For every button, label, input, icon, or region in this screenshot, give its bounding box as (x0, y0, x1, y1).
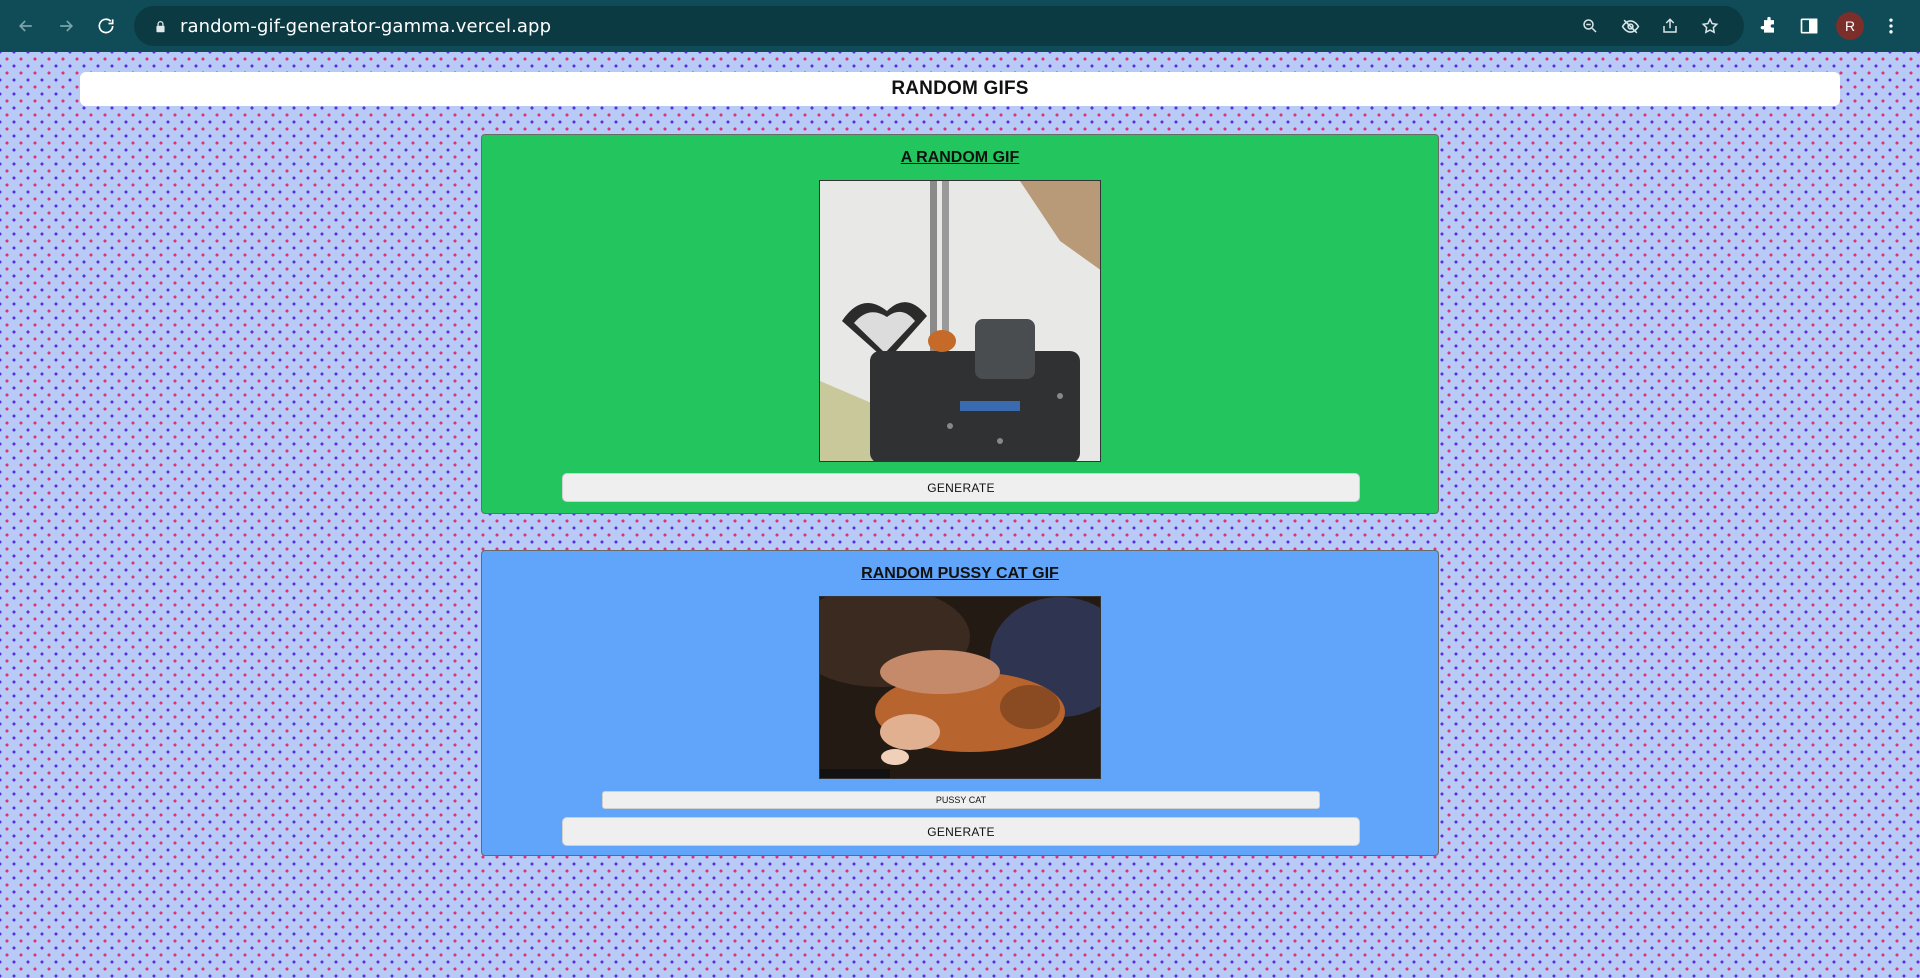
share-icon[interactable] (1660, 16, 1680, 36)
page-header: RANDOM GIFS (80, 72, 1840, 106)
back-icon[interactable] (8, 8, 44, 44)
page-title: RANDOM GIFS (891, 78, 1029, 99)
card-title: RANDOM PUSSY CAT GIF (861, 565, 1059, 582)
card-title: A RANDOM GIF (900, 149, 1020, 166)
eye-off-icon[interactable] (1620, 16, 1640, 36)
browser-toolbar: random-gif-generator-gamma.vercel.app R (0, 0, 1920, 52)
side-panel-icon[interactable] (1796, 13, 1822, 39)
random-gif-card: A RANDOM GIF GENERATE (481, 134, 1439, 514)
zoom-icon[interactable] (1580, 16, 1600, 36)
tag-input[interactable] (602, 791, 1320, 809)
avatar[interactable]: R (1836, 12, 1864, 40)
url-text[interactable]: random-gif-generator-gamma.vercel.app (180, 16, 551, 37)
star-icon[interactable] (1700, 16, 1720, 36)
random-cat-gif-card: RANDOM PUSSY CAT GIF GENERATE (481, 550, 1439, 856)
extensions-icon[interactable] (1756, 13, 1782, 39)
lock-icon[interactable] (152, 18, 168, 34)
page-background: RANDOM GIFS A RANDOM GIF GENERATE RANDOM… (0, 52, 1920, 978)
generate-button[interactable]: GENERATE (562, 473, 1360, 502)
forward-icon[interactable] (48, 8, 84, 44)
menu-icon[interactable] (1878, 13, 1904, 39)
random-gif-image (819, 180, 1101, 462)
cat-gif-image (819, 596, 1101, 779)
reload-icon[interactable] (88, 8, 124, 44)
generate-button[interactable]: GENERATE (562, 817, 1360, 846)
address-bar[interactable]: random-gif-generator-gamma.vercel.app (134, 6, 1744, 46)
